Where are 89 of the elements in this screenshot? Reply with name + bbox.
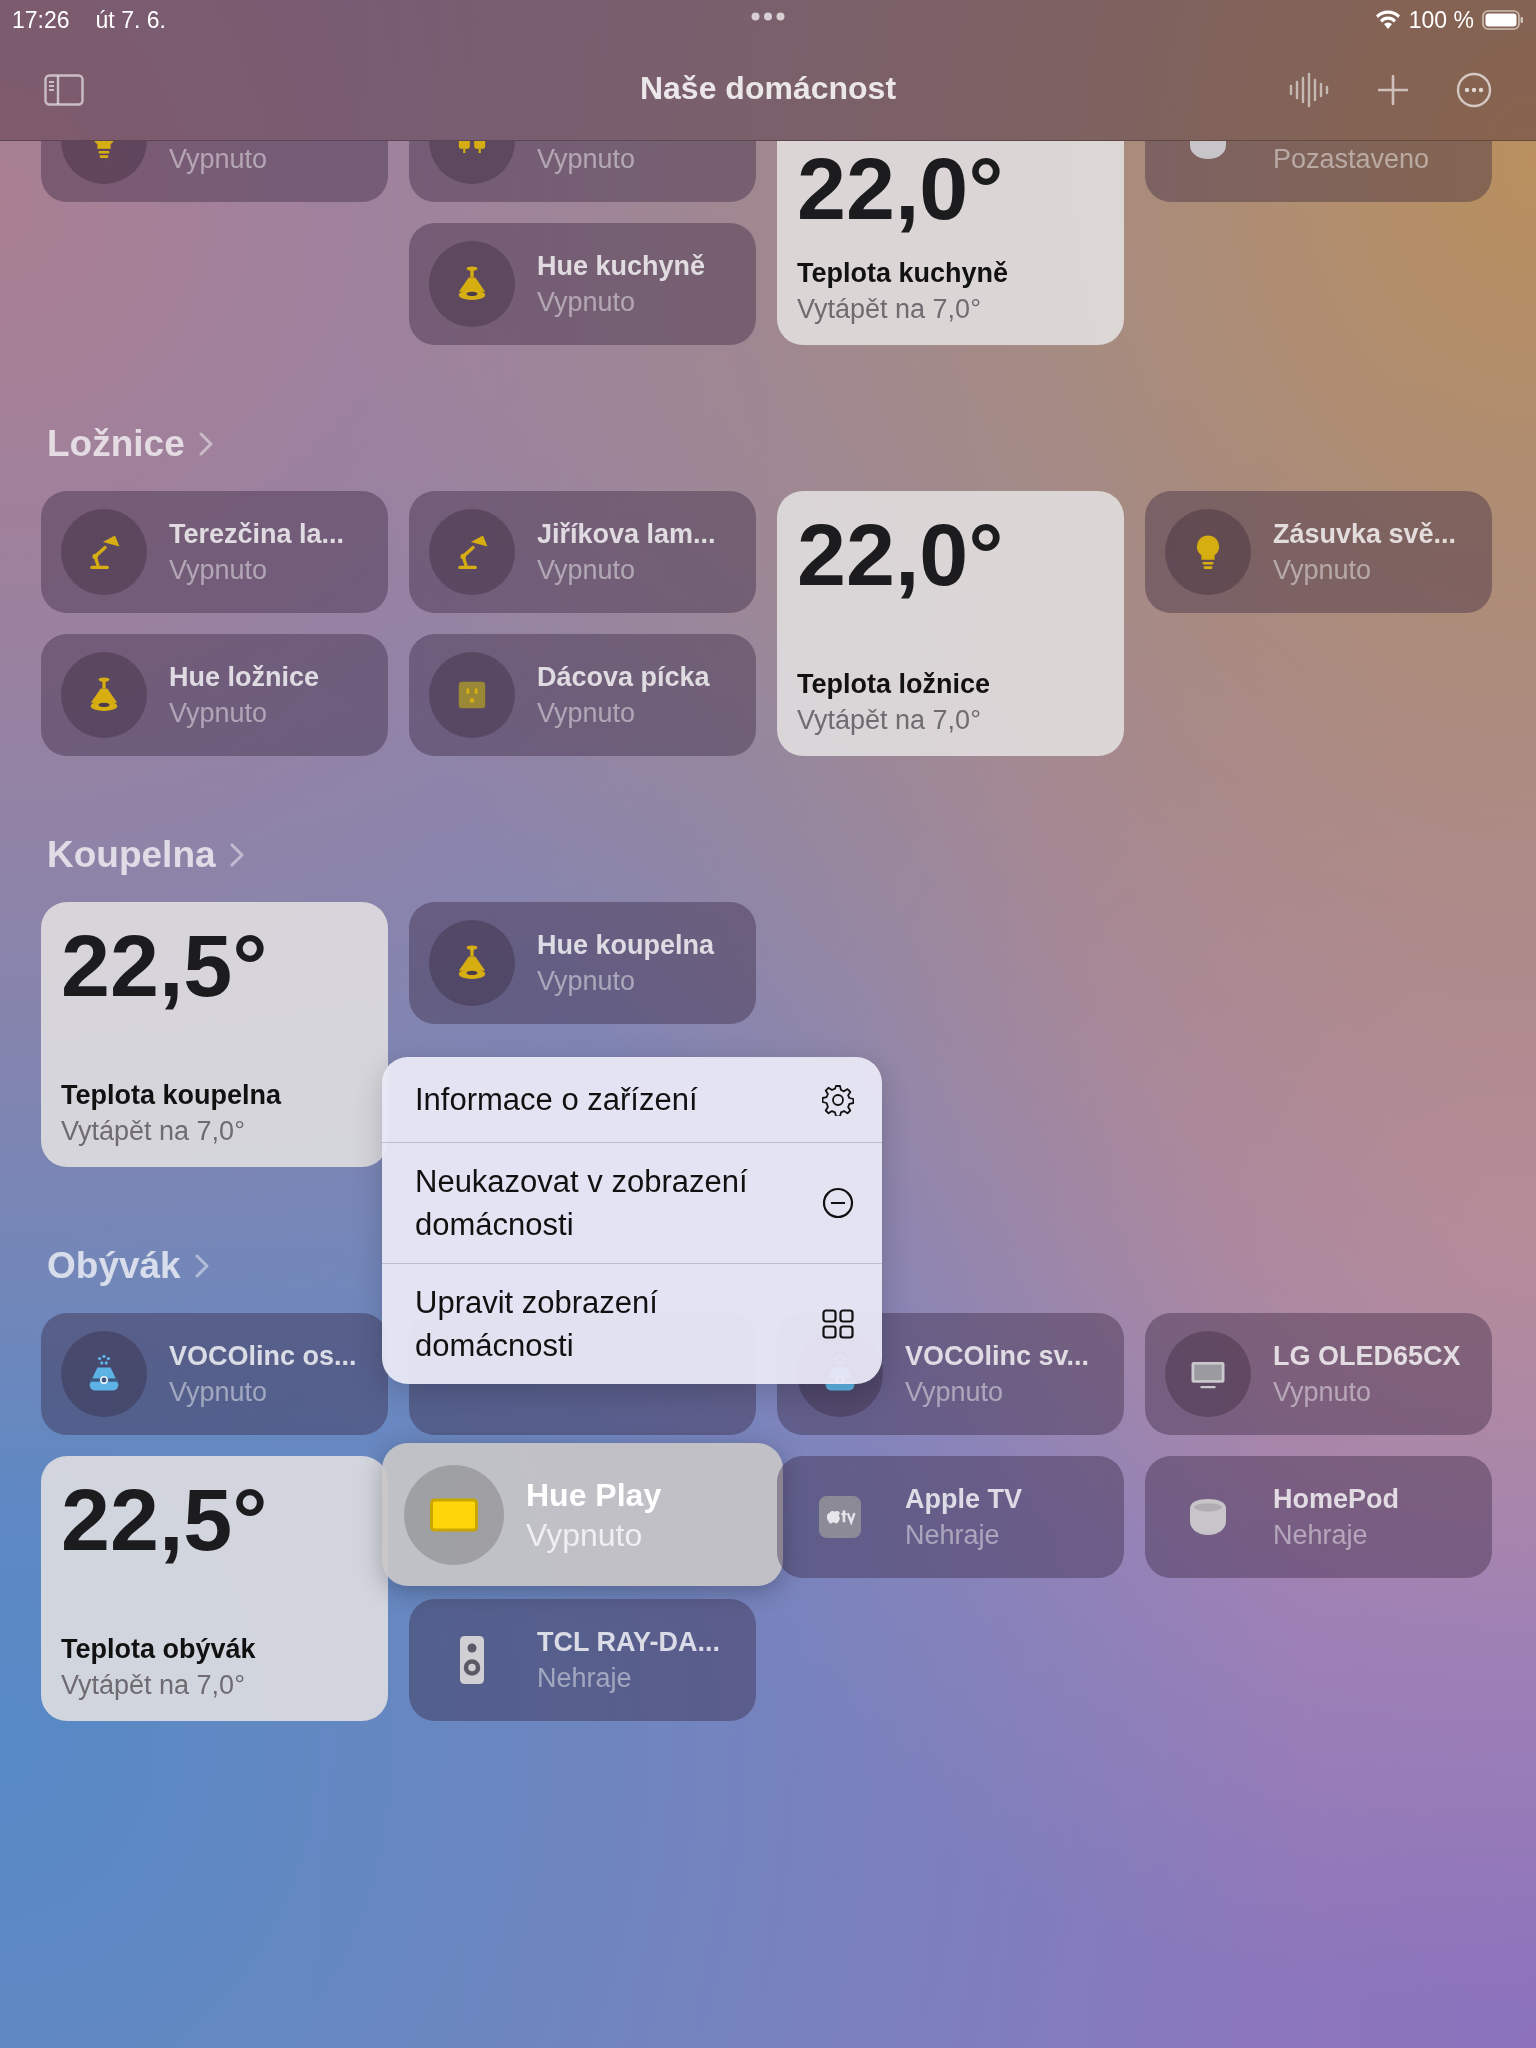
menu-item-label: Informace o zařízení (415, 1081, 699, 1119)
accessory-tile[interactable]: Hue kuchyně Vypnuto (409, 223, 756, 345)
waveform-icon[interactable] (1288, 72, 1330, 108)
tile-status: Vytápět na 7,0° (61, 1669, 246, 1702)
tile-name: Zásuvka svě... (1273, 518, 1457, 551)
menu-item[interactable]: Upravit zobrazení domácnosti (382, 1263, 882, 1384)
tile-status: Nehraje (537, 1662, 633, 1695)
tile-status: Vypnuto (169, 1376, 269, 1409)
section-title[interactable]: Koupelna (47, 834, 216, 876)
tile-status: Vypnuto (1273, 1376, 1373, 1409)
tile-name: Hue ložnice (169, 661, 320, 694)
tile-status: Vypnuto (905, 1376, 1005, 1409)
tile-status: Vypnuto (537, 965, 637, 998)
accessory-tile[interactable]: Hue koupelna Vypnuto (409, 902, 756, 1024)
tile-status: Vypnuto (537, 286, 637, 319)
tile-status: Vypnuto (537, 697, 637, 730)
menu-item-label: Neukazovat v zobrazení domácnosti (415, 1163, 749, 1244)
tile-status: Vypnuto (169, 554, 269, 587)
tile-status: Vytápět na 7,0° (797, 704, 982, 737)
tile-name: Hue Play (526, 1475, 662, 1515)
tile-status: Vypnuto (169, 143, 268, 176)
add-icon[interactable] (1378, 75, 1408, 105)
thermostat-tile[interactable]: 22,5° Teplota obývák Vytápět na 7,0° (41, 1456, 388, 1721)
temperature-reading: 22,0° (797, 505, 1004, 605)
accessory-tile[interactable]: Jiříkova lam... Vypnuto (409, 491, 756, 613)
chevron-right-icon[interactable] (194, 1254, 209, 1278)
chevron-right-icon[interactable] (198, 432, 213, 456)
chevron-right-icon[interactable] (229, 843, 244, 867)
minus-circle-icon (822, 1187, 854, 1219)
tile-status: Vypnuto (537, 554, 637, 587)
multitasking-icon[interactable] (751, 12, 785, 21)
tile-name: Teplota obývák (61, 1633, 257, 1666)
wifi-icon (1374, 10, 1401, 30)
thermostat-tile[interactable]: 22,5° Teplota koupelna Vytápět na 7,0° (41, 902, 388, 1167)
tile-status: Vypnuto (169, 697, 269, 730)
settings-icon (822, 1083, 854, 1116)
menu-item-label: Upravit zobrazení domácnosti (415, 1284, 659, 1365)
accessory-tile[interactable]: Apple TV Nehraje (777, 1456, 1124, 1578)
temperature-reading: 22,5° (61, 1470, 268, 1570)
accessory-tile[interactable]: Hue ložnice Vypnuto (41, 634, 388, 756)
temperature-reading: 22,5° (61, 916, 268, 1016)
tile-name: VOCOlinc sv... (905, 1340, 1090, 1373)
clock: 17:26 (12, 6, 70, 34)
accessory-tile[interactable]: Vypnuto (409, 141, 756, 202)
date: út 7. 6. (95, 6, 166, 34)
accessory-tile[interactable]: Pozastaveno (1145, 141, 1492, 202)
accessory-tile[interactable]: VOCOlinc os... Vypnuto (41, 1313, 388, 1435)
tile-status: Vypnuto (537, 143, 636, 176)
thermostat-tile[interactable]: 22,0° Teplota ložnice Vytápět na 7,0° (777, 491, 1124, 756)
menu-item[interactable]: Neukazovat v zobrazení domácnosti (382, 1142, 882, 1263)
grid-icon (822, 1309, 854, 1339)
accessory-tile[interactable]: Dácova pícka Vypnuto (409, 634, 756, 756)
tile-status: Vypnuto (1273, 554, 1373, 587)
tile-name: VOCOlinc os... (169, 1340, 357, 1373)
accessory-tile[interactable]: Vypnuto (41, 141, 388, 202)
battery-percentage: 100 % (1408, 6, 1474, 34)
tv-box-icon (819, 1496, 861, 1538)
section-title[interactable]: Obývák (47, 1245, 181, 1287)
accessory-tile[interactable]: HomePod Nehraje (1145, 1456, 1492, 1578)
accessory-tile[interactable]: Zásuvka svě... Vypnuto (1145, 491, 1492, 613)
window-title: Naše domácnost (639, 70, 897, 107)
tile-name: Teplota ložnice (797, 668, 992, 701)
tile-name: LG OLED65CX (1273, 1340, 1461, 1373)
speaker-icon (460, 1636, 484, 1684)
accessory-tile[interactable]: LG OLED65CX Vypnuto (1145, 1313, 1492, 1435)
tile-status: Nehraje (1273, 1519, 1369, 1552)
smart-speaker-icon (1190, 1499, 1226, 1535)
battery-icon (1482, 10, 1524, 30)
thermostat-tile[interactable]: 22,0° Teplota kuchyně Vytápět na 7,0° (777, 141, 1124, 345)
tile-name: TCL RAY-DA... (537, 1626, 721, 1659)
temperature-reading: 22,0° (797, 144, 1004, 234)
tile-name: Hue koupelna (537, 929, 715, 962)
tile-status: Pozastaveno (1273, 143, 1430, 176)
tile-name: Apple TV (905, 1483, 1022, 1516)
tile-name: Teplota kuchyně (797, 257, 1010, 290)
tile-name: Jiříkova lam... (537, 518, 716, 551)
accessory-tile[interactable]: Terezčina la... Vypnuto (41, 491, 388, 613)
section-title[interactable]: Ložnice (47, 423, 185, 465)
tile-name: Terezčina la... (169, 518, 345, 551)
tile-status: Vytápět na 7,0° (61, 1115, 246, 1148)
tile-name: HomePod (1273, 1483, 1399, 1516)
tile-name: Teplota koupelna (61, 1079, 283, 1112)
tile-status: Nehraje (905, 1519, 1001, 1552)
sidebar-icon[interactable] (44, 74, 84, 106)
accessory-tile[interactable]: TCL RAY-DA... Nehraje (409, 1599, 756, 1721)
tile-name: Hue kuchyně (537, 250, 706, 283)
tile-status: Vytápět na 7,0° (797, 293, 982, 326)
more-icon[interactable] (1456, 72, 1492, 108)
tile-name: Dácova pícka (537, 661, 710, 694)
